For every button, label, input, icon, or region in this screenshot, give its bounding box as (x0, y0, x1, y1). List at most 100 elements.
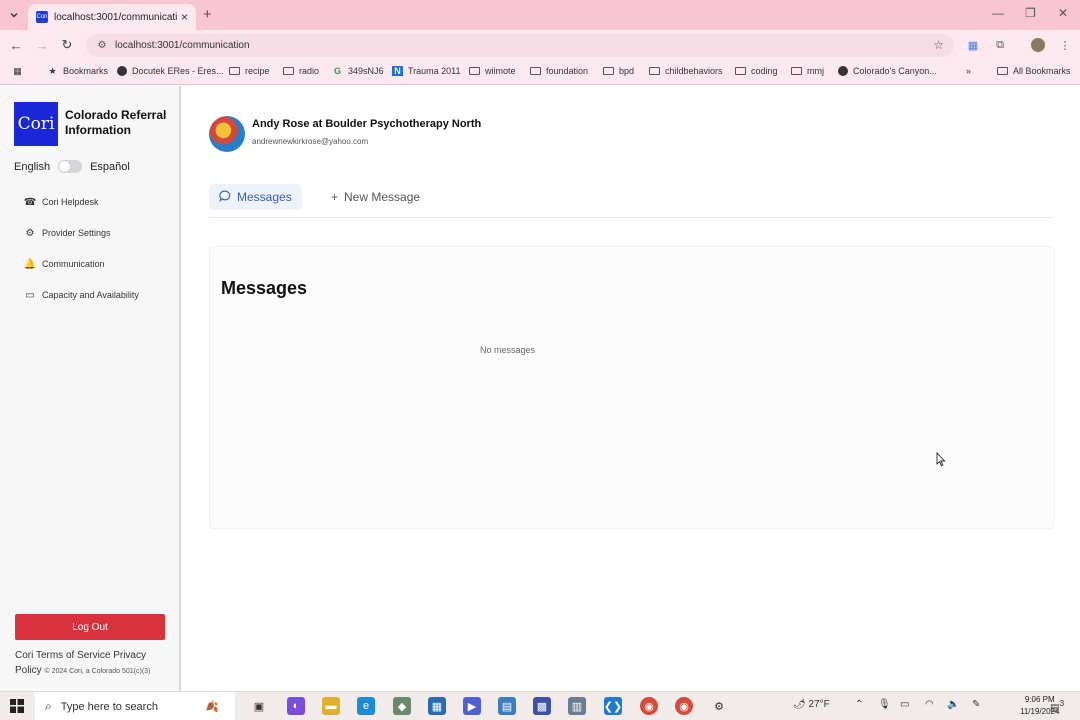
extensions-puzzle-icon[interactable]: ⧉ (993, 38, 1007, 52)
folder-icon (229, 67, 240, 75)
user-name: Andy Rose at Boulder Psychotherapy North (252, 118, 482, 130)
language-switch: English Español (14, 160, 130, 173)
copilot-icon[interactable]: ◐ (287, 697, 305, 715)
star-icon: ★ (48, 65, 57, 76)
app-icon[interactable]: ◆ (393, 697, 411, 715)
bookmark-item[interactable]: Colorado's Canyon... (838, 66, 937, 76)
empty-state: No messages (480, 345, 536, 355)
restore-icon[interactable]: ❐ (1025, 6, 1036, 20)
bookmark-item[interactable]: childbehaviors (649, 66, 723, 76)
chrome-menu-icon[interactable]: ⋮ (1058, 38, 1072, 52)
pen-icon[interactable]: ✎ (972, 699, 980, 710)
toggle-knob (59, 161, 71, 172)
address-bar[interactable]: ⚙ localhost:3001/communication ☆ (86, 34, 954, 57)
tab-close-icon[interactable]: × (181, 10, 188, 24)
cori-logo[interactable]: Cori (14, 102, 58, 146)
tab-title: localhost:3001/communication (54, 11, 177, 23)
all-bookmarks[interactable]: All Bookmarks (997, 66, 1071, 76)
edge-icon[interactable]: e (357, 697, 375, 715)
bookmark-item[interactable]: radio (283, 66, 319, 76)
settings-icon[interactable]: ⚙ (710, 697, 728, 715)
bookmark-item[interactable]: recipe (229, 66, 270, 76)
n-icon: N (392, 66, 403, 76)
battery-icon[interactable]: ▭ (900, 699, 909, 710)
tab-search-chevron-icon[interactable] (6, 7, 22, 23)
app-title: Colorado Referral Information (65, 108, 167, 137)
forward-icon[interactable]: → (34, 37, 50, 53)
microphone-icon[interactable]: 🎙 (878, 699, 891, 710)
globe-icon (117, 66, 127, 76)
tab-new-message[interactable]: + New Message (321, 184, 430, 210)
bookmark-star-icon[interactable]: ☆ (933, 38, 944, 52)
footer-cori-link[interactable]: Cori (15, 650, 33, 661)
lang-english-label: English (14, 160, 51, 173)
chat-bubble-icon (219, 190, 231, 205)
app-icon[interactable]: ▶ (463, 697, 481, 715)
bookmark-item[interactable]: coding (735, 66, 778, 76)
close-window-icon[interactable]: ✕ (1058, 6, 1068, 20)
windows-start-icon[interactable] (10, 699, 24, 716)
task-view-icon[interactable]: ▣ (250, 697, 268, 715)
search-icon: ⌕ (45, 699, 52, 713)
folder-icon (735, 67, 746, 75)
volume-icon[interactable]: 🔈 (947, 699, 959, 710)
taskbar-search-placeholder: Type here to search (60, 700, 158, 713)
wifi-icon[interactable]: ◠ (925, 699, 934, 710)
bookmark-item[interactable]: G 349sNJ6 (332, 66, 384, 76)
bookmark-item[interactable]: bpd (603, 66, 634, 76)
bookmark-item[interactable]: Docutek ERes - Eres... (117, 66, 224, 76)
app-icon[interactable]: ▩ (533, 697, 551, 715)
notepad-icon[interactable]: ▥ (568, 697, 586, 715)
app-sidebar: Cori Colorado Referral Information Engli… (0, 86, 181, 691)
bookmark-item[interactable]: wiimote (469, 66, 516, 76)
more-bookmarks-icon[interactable]: » (963, 66, 979, 76)
bell-icon: 🔔 (23, 258, 37, 270)
bookmark-item[interactable]: mmj (791, 66, 824, 76)
file-explorer-icon[interactable]: ▬ (322, 697, 340, 715)
avatar (209, 116, 245, 152)
gear-icon: ⚙ (25, 227, 35, 239)
sidebar-item-communication[interactable]: 🔔 Communication (24, 258, 105, 270)
terms-link[interactable]: Terms of Service (36, 650, 110, 661)
cori-favicon-icon: Cori (36, 11, 48, 23)
minimize-icon[interactable]: — (992, 6, 1004, 20)
weather-widget[interactable]: 🌶 27°F (793, 699, 830, 710)
browser-toolbar: ← → ↻ ⚙ localhost:3001/communication ☆ ▦… (0, 30, 1080, 61)
notifications-icon[interactable]: ▤3 (1050, 698, 1064, 713)
logout-button[interactable]: Log Out (15, 614, 165, 640)
bookmark-item[interactable]: foundation (530, 66, 588, 76)
folder-icon (791, 67, 802, 75)
lang-spanish-label: Español (90, 160, 130, 173)
tab-messages[interactable]: Messages (209, 184, 302, 210)
panel-title: Messages (221, 278, 308, 298)
bookmark-item[interactable]: N Trauma 2011 (392, 66, 461, 76)
bookmark-item[interactable]: ★ Bookmarks (47, 65, 108, 77)
app-icon[interactable]: ▤ (498, 697, 516, 715)
copyright-text: © 2024 Cori, a Colorado 501(c)(3) (44, 668, 151, 675)
chrome-icon[interactable]: ◉ (675, 697, 693, 715)
folder-icon (997, 67, 1008, 75)
autumn-widget-icon[interactable]: 🍂 (190, 697, 234, 715)
sidebar-item-capacity[interactable]: ▭ Capacity and Availability (24, 289, 139, 301)
sidebar-item-provider-settings[interactable]: ⚙ Provider Settings (24, 227, 111, 239)
footer-links: Cori Terms of Service Privacy Policy © 2… (15, 648, 175, 679)
folder-icon (469, 67, 480, 75)
new-tab-icon[interactable]: + (203, 6, 212, 23)
calculator-icon[interactable]: ▦ (428, 697, 446, 715)
bookmarks-bar: ▦ ★ Bookmarks Docutek ERes - Eres... reci… (0, 61, 1080, 85)
calendar-extension-icon[interactable]: ▦ (966, 38, 980, 52)
folder-icon (530, 67, 541, 75)
profile-avatar-icon[interactable] (1031, 38, 1045, 52)
language-toggle[interactable] (58, 160, 83, 173)
vscode-icon[interactable]: ❮❯ (604, 697, 622, 715)
browser-tab[interactable]: Cori localhost:3001/communication × (28, 4, 196, 30)
tray-chevron-icon[interactable]: ⌃ (855, 699, 863, 710)
reload-icon[interactable]: ↻ (59, 37, 75, 53)
chrome-icon[interactable]: ◉ (640, 697, 658, 715)
folder-icon (283, 67, 294, 75)
weather-temp: 27°F (808, 699, 830, 710)
sidebar-item-helpdesk[interactable]: ☎ Cori Helpdesk (24, 196, 99, 208)
apps-grid-icon[interactable]: ▦ (12, 66, 28, 76)
back-icon[interactable]: ← (8, 37, 24, 53)
site-info-icon[interactable]: ⚙ (96, 40, 108, 52)
